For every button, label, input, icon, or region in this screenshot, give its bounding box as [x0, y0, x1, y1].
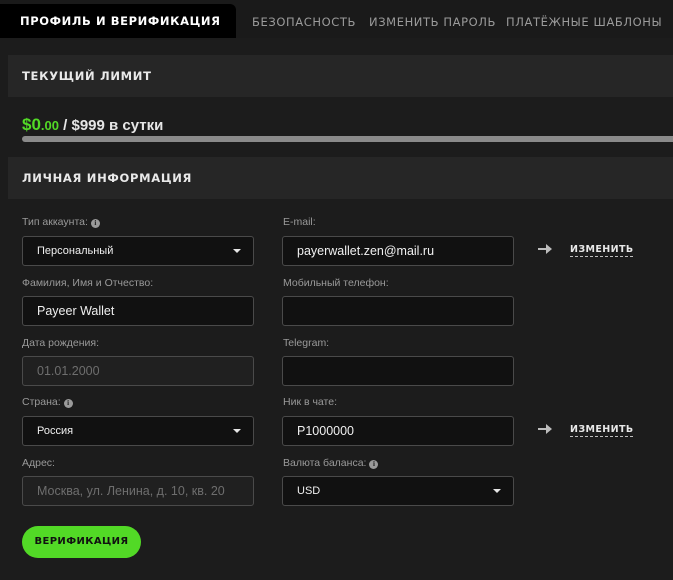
info-icon[interactable]: i — [63, 399, 73, 408]
limit-max: / $999 в сутки — [59, 117, 164, 134]
email-input[interactable]: payerwallet.zen@mail.ru — [282, 236, 514, 266]
birth-date-input: 01.01.2000 — [22, 356, 254, 386]
tab-change-password[interactable]: Изменить пароль — [369, 0, 496, 38]
email-label: E-mail: — [283, 216, 316, 228]
chevron-down-icon — [493, 489, 501, 493]
account-type-label: Тип аккаунта: i — [22, 216, 100, 228]
change-email-link[interactable]: Изменить — [570, 244, 634, 257]
country-label: Страна: i — [22, 396, 73, 408]
country-label-text: Страна: — [22, 396, 61, 408]
arrow-right-icon — [538, 424, 552, 434]
limit-current: $0.00 — [22, 115, 59, 134]
section-personal-info: Личная информация — [8, 157, 673, 199]
address-label: Адрес: — [22, 457, 55, 469]
tab-bar: Профиль и верификация Безопасность Измен… — [0, 0, 673, 38]
chevron-down-icon — [233, 249, 241, 253]
balance-currency-select[interactable]: USD — [282, 476, 514, 506]
chat-nick-label: Ник в чате: — [283, 396, 337, 408]
limit-text: $0.00 / $999 в сутки — [22, 115, 163, 135]
account-type-label-text: Тип аккаунта: — [22, 216, 88, 228]
limit-progress-bar — [22, 136, 673, 142]
phone-label: Мобильный телефон: — [283, 277, 389, 289]
full-name-label: Фамилия, Имя и Отчество: — [22, 277, 154, 289]
account-type-value: Персональный — [37, 245, 114, 257]
info-icon[interactable]: i — [369, 460, 379, 469]
change-chat-nick-link[interactable]: Изменить — [570, 424, 634, 437]
chat-nick-input[interactable]: P1000000 — [282, 416, 514, 446]
chevron-down-icon — [233, 429, 241, 433]
section-current-limit: Текущий лимит — [8, 55, 673, 97]
phone-input[interactable] — [282, 296, 514, 326]
limit-current-dec: .00 — [40, 118, 59, 133]
country-select[interactable]: Россия — [22, 416, 254, 446]
balance-currency-label: Валюта баланса: i — [283, 457, 379, 469]
tab-payment-templates[interactable]: Платёжные шаблоны — [506, 0, 662, 38]
verification-button[interactable]: Верификация — [22, 526, 141, 558]
tab-security[interactable]: Безопасность — [252, 0, 356, 38]
limit-current-int: $0 — [22, 115, 41, 134]
tab-profile-verification[interactable]: Профиль и верификация — [0, 4, 236, 38]
country-value: Россия — [37, 425, 74, 437]
account-type-select[interactable]: Персональный — [22, 236, 254, 266]
address-input[interactable]: Москва, ул. Ленина, д. 10, кв. 20 — [22, 476, 254, 506]
telegram-label: Telegram: — [283, 337, 330, 349]
balance-currency-label-text: Валюта баланса: — [283, 457, 367, 469]
info-icon[interactable]: i — [90, 219, 100, 228]
birth-date-label: Дата рождения: — [22, 337, 99, 349]
full-name-input[interactable]: Payeer Wallet — [22, 296, 254, 326]
arrow-right-icon — [538, 244, 552, 254]
telegram-input[interactable] — [282, 356, 514, 386]
balance-currency-value: USD — [297, 485, 321, 497]
